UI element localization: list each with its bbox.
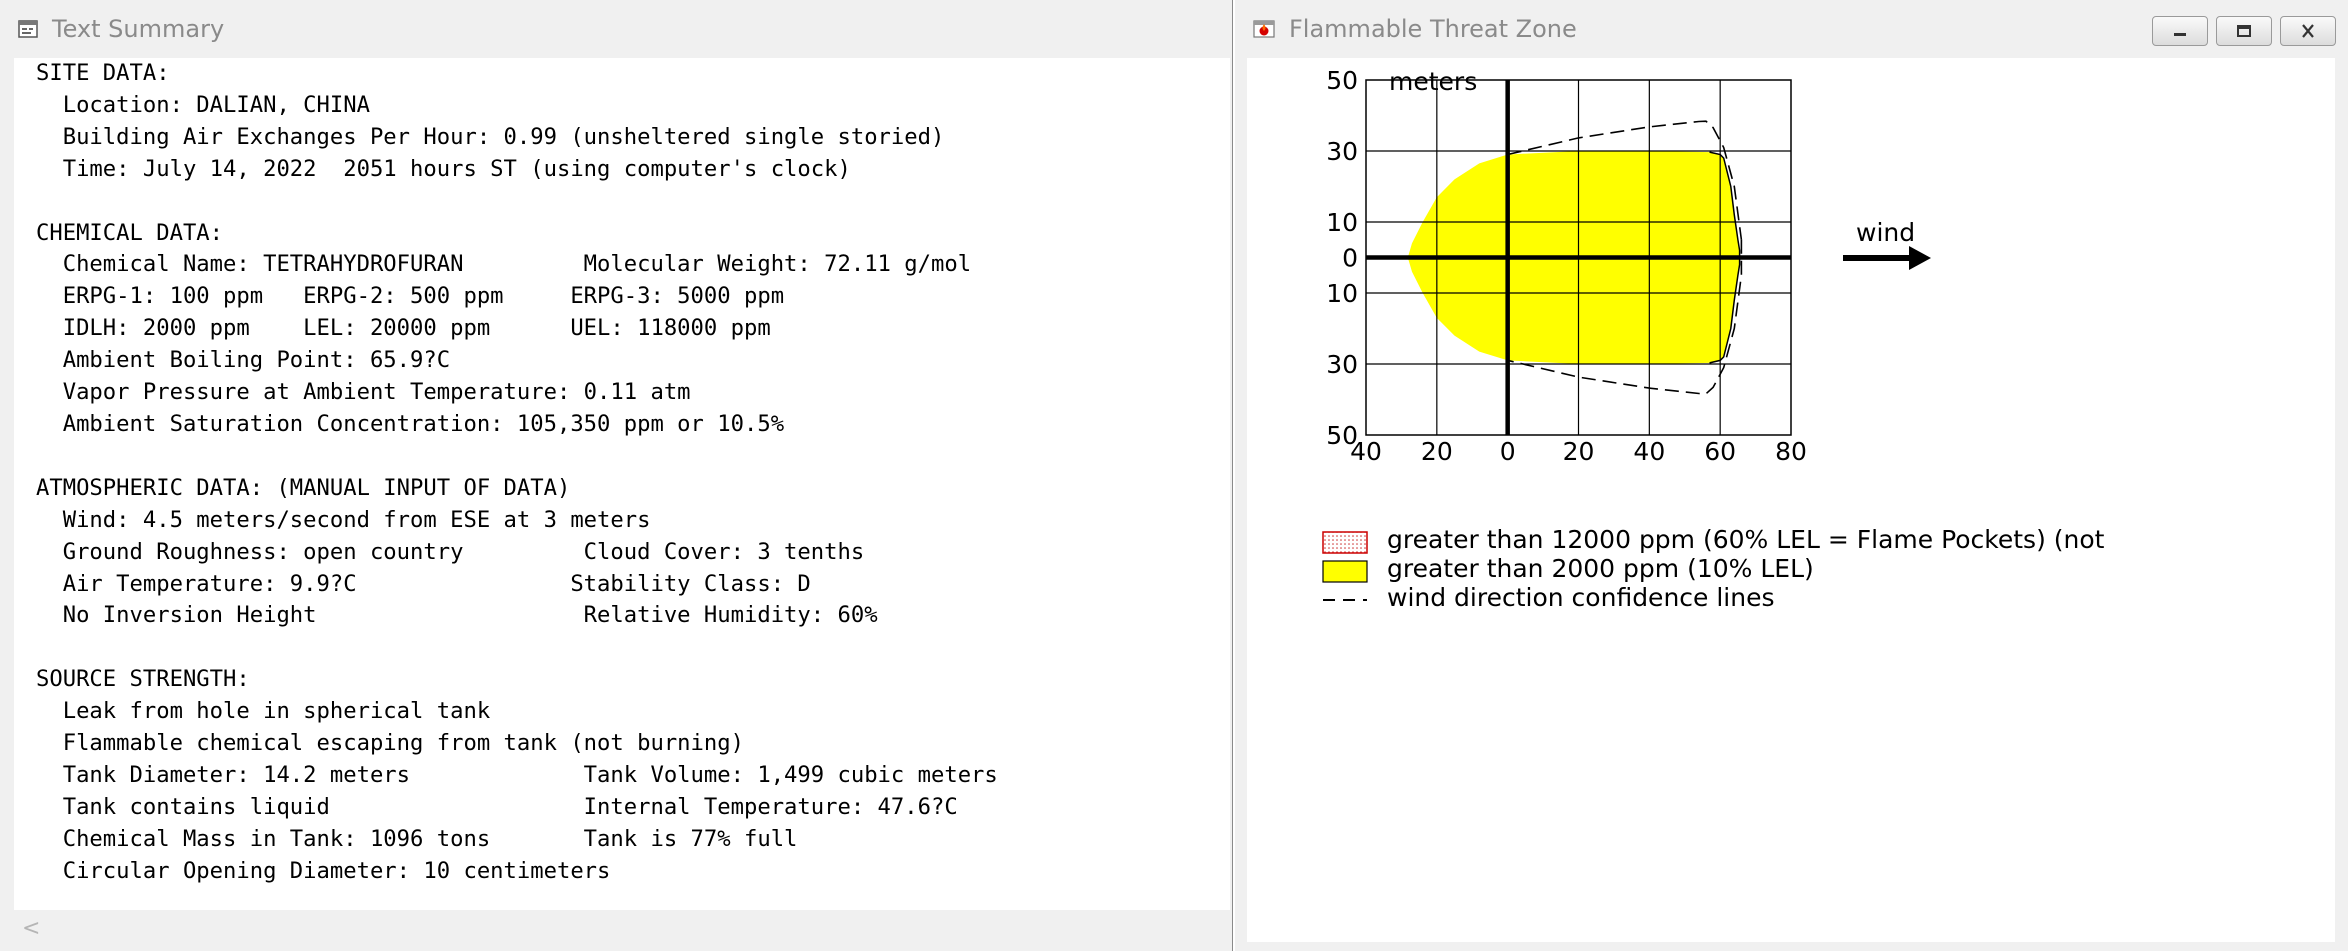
window-title: Text Summary [52,15,225,43]
y-tick-label: 10 [1326,279,1358,308]
y-tick-label: 30 [1326,137,1358,166]
y-tick-label: 10 [1326,208,1358,237]
y-tick-label: 50 [1326,421,1358,450]
restore-button[interactable] [2216,16,2272,46]
summary-text: SITE DATA: Location: DALIAN, CHINA Build… [36,60,998,884]
wind-arrow-head [1909,246,1931,270]
text-document-icon [18,20,38,38]
x-tick-label: 40 [1633,437,1665,466]
legend-label-flame-pockets: greater than 12000 ppm (60% LEL = Flame … [1387,525,2105,554]
legend-label-threat-zone: greater than 2000 ppm (10% LEL) [1387,554,1814,583]
scroll-left-arrow-icon[interactable]: < [22,916,40,941]
legend: greater than 12000 ppm (60% LEL = Flame … [1322,525,2105,612]
legend-swatch-threat-zone [1322,560,1368,583]
minimize-icon [2174,33,2186,36]
text-summary-titlebar[interactable]: Text Summary [0,0,1232,58]
minimize-button[interactable] [2152,16,2208,46]
legend-swatch-flame-pockets [1322,531,1368,554]
text-summary-window: Text Summary SITE DATA: Location: DALIAN… [0,0,1233,951]
legend-label-confidence-lines: wind direction confidence lines [1387,583,1775,612]
threat-zone-window: Flammable Threat Zone meters meters [1235,0,2348,951]
threat-zone-canvas: meters meters 40200204060805030100103050… [1247,58,2335,942]
x-tick-label: 20 [1421,437,1453,466]
close-icon [2302,24,2314,38]
y-tick-label: 0 [1342,244,1358,273]
restore-icon [2237,25,2251,37]
window-title: Flammable Threat Zone [1289,15,1577,43]
y-tick-label: 30 [1326,350,1358,379]
x-tick-label: 0 [1500,437,1516,466]
threat-zone-plot: meters meters 40200204060805030100103050… [1322,66,2105,612]
y-tick-label: 50 [1326,66,1358,95]
x-tick-label: 60 [1704,437,1736,466]
horizontal-scrollbar[interactable]: < [14,910,1230,946]
close-button[interactable] [2280,16,2336,46]
grid-layer [1365,79,1792,436]
x-tick-label: 20 [1563,437,1595,466]
summary-text-area[interactable]: SITE DATA: Location: DALIAN, CHINA Build… [14,58,1230,910]
y-axis-label: meters [1389,67,1477,96]
wind-label: wind [1856,218,1915,247]
wind-arrow [1843,246,1931,270]
x-tick-label: 80 [1775,437,1807,466]
flame-warning-icon [1253,20,1275,38]
window-controls [2152,16,2336,46]
